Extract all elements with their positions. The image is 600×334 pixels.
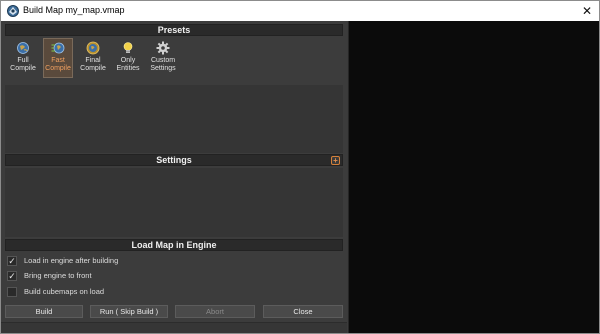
preset-only-entities[interactable]: Only Entities	[113, 38, 143, 78]
window-title: Build Map my_map.vmap	[23, 5, 125, 15]
preset-fast-compile[interactable]: Fast Compile	[43, 38, 73, 78]
window-close-button[interactable]: ✕	[575, 1, 599, 21]
preset-label: Full	[17, 57, 29, 64]
title-bar: Build Map my_map.vmap ✕	[1, 1, 599, 21]
load-map-header: Load Map in Engine	[5, 239, 343, 251]
presets-header: Presets	[5, 24, 343, 36]
gear-icon	[156, 41, 170, 55]
globe-gold-icon	[86, 41, 100, 55]
preset-label: Compile	[10, 65, 36, 72]
settings-header: Settings +	[5, 154, 343, 166]
app-icon	[7, 5, 19, 17]
load-after-build-checkbox[interactable]: ✓	[7, 256, 17, 266]
preset-full-compile[interactable]: Full Compile	[8, 38, 38, 78]
preset-label: Final	[85, 57, 101, 64]
run-skip-build-button[interactable]: Run ( Skip Build )	[90, 305, 168, 318]
preset-label: Fast	[51, 57, 65, 64]
load-after-build-label: Load in engine after building	[24, 256, 119, 265]
preset-label: Compile	[80, 65, 106, 72]
preset-label: Entities	[116, 65, 140, 72]
preset-label: Only	[120, 57, 136, 64]
build-map-window: Build Map my_map.vmap ✕ Presets Full Com…	[0, 0, 600, 334]
build-cubemaps-option[interactable]: Build cubemaps on load	[7, 286, 207, 298]
bring-to-front-checkbox[interactable]: ✓	[7, 271, 17, 281]
close-button[interactable]: Close	[263, 305, 343, 318]
settings-list-area	[5, 168, 343, 237]
build-cubemaps-label: Build cubemaps on load	[24, 287, 105, 296]
map-preview-viewport	[348, 21, 599, 333]
presets-toolbar: Full Compile Fast Compile Final Compile …	[5, 37, 343, 82]
preset-label: Custom	[150, 57, 176, 64]
preset-final-compile[interactable]: Final Compile	[78, 38, 108, 78]
settings-header-label: Settings	[156, 155, 192, 165]
preset-details-area	[5, 85, 343, 153]
status-bar	[1, 322, 347, 333]
preset-label: Settings	[150, 65, 176, 72]
bring-to-front-label: Bring engine to front	[24, 271, 92, 280]
preset-custom-settings[interactable]: Custom Settings	[148, 38, 178, 78]
add-setting-button[interactable]: +	[331, 156, 340, 165]
globe-icon	[17, 42, 29, 54]
abort-button[interactable]: Abort	[175, 305, 255, 318]
fast-compile-icon	[51, 42, 65, 54]
build-button[interactable]: Build	[5, 305, 83, 318]
load-after-build-option[interactable]: ✓ Load in engine after building	[7, 255, 207, 267]
build-cubemaps-checkbox[interactable]	[7, 287, 17, 297]
build-options-panel: Presets Full Compile Fast Compile Final …	[1, 21, 347, 333]
bring-to-front-option[interactable]: ✓ Bring engine to front	[7, 270, 207, 282]
lightbulb-icon	[123, 42, 133, 53]
preset-label: Compile	[45, 65, 71, 72]
